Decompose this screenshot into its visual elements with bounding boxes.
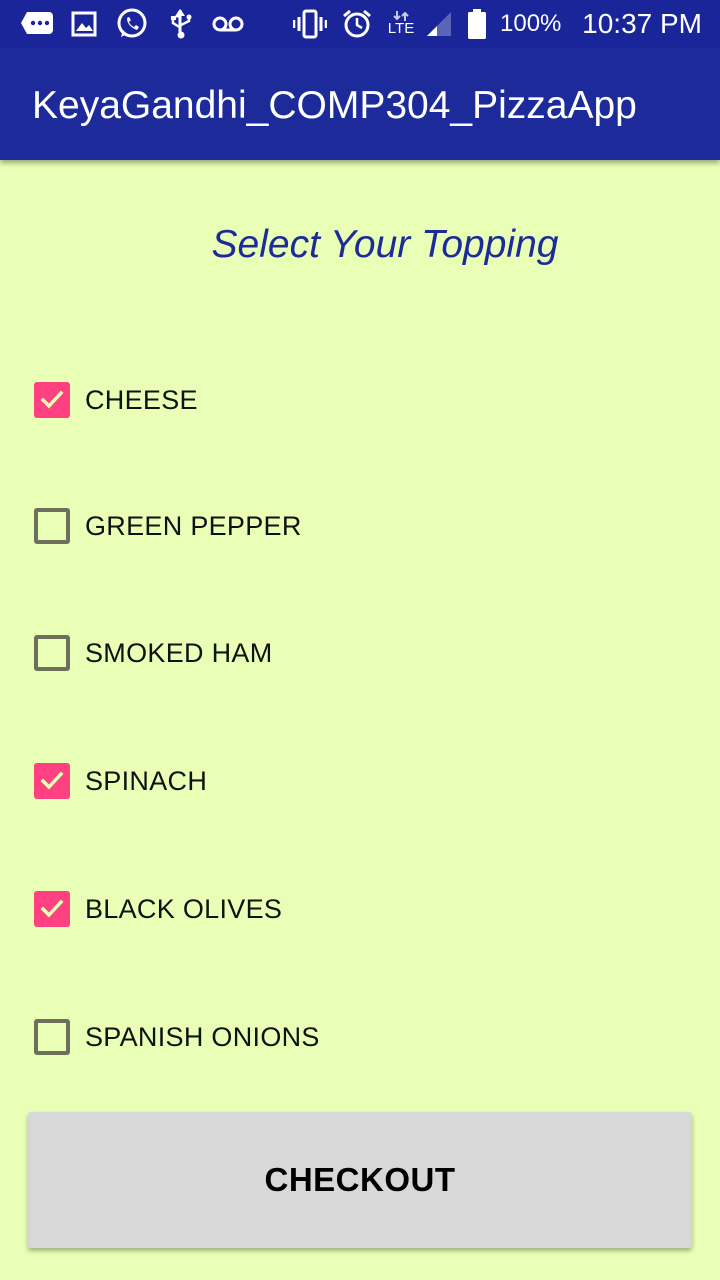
checkbox-unchecked-icon[interactable] [34, 508, 70, 544]
checkbox-checked-icon[interactable] [34, 763, 70, 799]
topping-label: SMOKED HAM [85, 637, 273, 668]
vibrate-icon [292, 8, 328, 40]
battery-percentage: 100% [500, 10, 562, 37]
app-title: KeyaGandhi_COMP304_PizzaApp [32, 84, 637, 127]
network-type-label: LTE [387, 20, 415, 37]
topping-label: CHEESE [85, 384, 198, 415]
lte-signal-icon: LTE [384, 8, 418, 40]
topping-checkbox-cheese[interactable]: CHEESE [28, 368, 688, 432]
checkbox-unchecked-icon[interactable] [34, 1019, 70, 1055]
topping-label: SPANISH ONIONS [85, 1021, 320, 1052]
topping-label: GREEN PEPPER [85, 510, 302, 541]
topping-label: BLACK OLIVES [85, 893, 283, 924]
page-heading: Select Your Topping [211, 223, 559, 266]
whatsapp-icon [114, 8, 150, 40]
usb-icon [168, 8, 194, 40]
topping-checkbox-green-pepper[interactable]: GREEN PEPPER [28, 494, 688, 558]
chat-bubble-icon [18, 8, 56, 40]
alarm-icon [340, 8, 374, 40]
cell-signal-icon [424, 8, 454, 40]
topping-checkbox-spanish-onions[interactable]: SPANISH ONIONS [28, 1005, 688, 1069]
topping-checkbox-spinach[interactable]: SPINACH [28, 749, 688, 813]
app-bar: KeyaGandhi_COMP304_PizzaApp [0, 48, 720, 160]
battery-icon [466, 8, 488, 40]
topping-label: SPINACH [85, 765, 208, 796]
topping-checkbox-black-olives[interactable]: BLACK OLIVES [28, 877, 688, 941]
voicemail-icon [210, 8, 246, 40]
checkbox-checked-icon[interactable] [34, 891, 70, 927]
checkbox-checked-icon[interactable] [34, 382, 70, 418]
checkout-button[interactable]: CHECKOUT [28, 1112, 692, 1248]
status-clock: 10:37 PM [582, 8, 702, 39]
screen: LTE 100% 10:37 PM KeyaGandhi_COMP304_Piz… [0, 0, 720, 1280]
topping-checkbox-smoked-ham[interactable]: SMOKED HAM [28, 621, 688, 685]
image-icon [70, 8, 98, 40]
status-bar: LTE 100% 10:37 PM [0, 0, 720, 48]
checkbox-unchecked-icon[interactable] [34, 635, 70, 671]
